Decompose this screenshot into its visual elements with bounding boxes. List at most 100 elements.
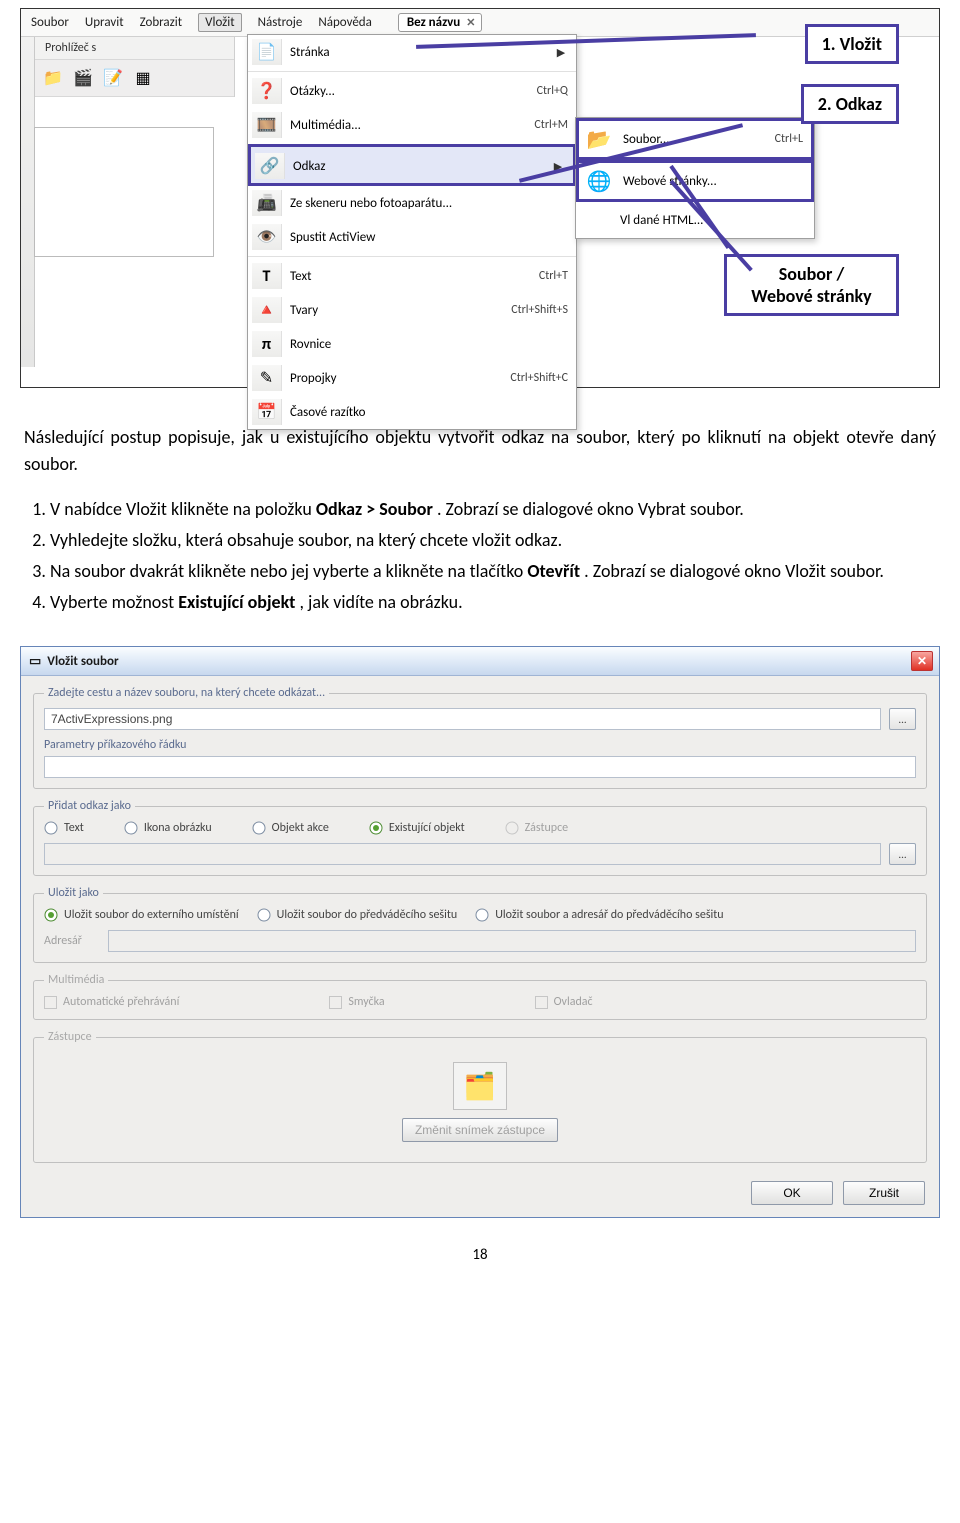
ok-button[interactable]: OK [751, 1181, 833, 1205]
text-bold: Existující objekt [178, 591, 295, 613]
instruction-text: Následující postup popisuje, jak u exist… [24, 424, 936, 616]
menu-item-questions[interactable]: ❓ Otázky... Ctrl+Q [248, 71, 576, 108]
fieldset-shortcut: Zástupce 🗂️ Změnit snímek zástupce [33, 1030, 927, 1163]
close-tab-icon[interactable]: ✕ [466, 16, 475, 29]
menu-item-label: Odkaz [293, 159, 543, 174]
list-item: V nabídce Vložit klikněte na položku Odk… [50, 496, 936, 523]
menu-item-actiview[interactable]: 👁️ Spustit ActiView [248, 220, 576, 254]
insert-file-dialog: ▭ Vložit soubor ✕ Zadejte cestu a název … [20, 646, 940, 1218]
menubar-insert[interactable]: Vložit [198, 13, 242, 32]
html-icon [580, 206, 612, 234]
close-button[interactable]: ✕ [911, 651, 933, 671]
radio-save-flipchart[interactable]: Uložit soubor do předváděcího sešitu [257, 908, 458, 922]
menu-item-label: Rovnice [290, 337, 568, 352]
fieldset-legend: Zadejte cestu a název souboru, na který … [44, 686, 329, 700]
callout-soubor-web: Soubor / Webové stránky [724, 254, 899, 316]
side-panel-title: Prohlížeč s [35, 37, 234, 60]
menu-item-connectors[interactable]: ✎ Propojky Ctrl+Shift+C [248, 361, 576, 395]
fieldset-legend: Multimédia [44, 973, 108, 987]
menu-item-equation[interactable]: π Rovnice [248, 327, 576, 361]
grid-icon[interactable]: ▦ [131, 66, 155, 90]
page-thumbnail[interactable] [34, 127, 214, 257]
menu-shortcut: Ctrl+Q [537, 84, 568, 98]
placeholder-image-icon: 🗂️ [453, 1062, 507, 1110]
text: , jak vidíte na obrázku. [300, 591, 463, 613]
clapper-icon[interactable]: 🎬 [71, 66, 95, 90]
radio-action-object[interactable]: Objekt akce [252, 821, 329, 835]
callout-vlozit: 1. Vložit [805, 24, 899, 64]
dialog-title: Vložit soubor [47, 654, 118, 669]
menu-item-timestamp[interactable]: 📅 Časové razítko [248, 395, 576, 429]
radio-selected-icon [44, 908, 58, 922]
params-input[interactable] [44, 756, 916, 778]
eye-icon: 👁️ [252, 224, 282, 250]
check-controller: Ovladač [535, 995, 593, 1009]
text-bold: Odkaz > Soubor [316, 498, 433, 520]
menu-item-text[interactable]: T Text Ctrl+T [248, 256, 576, 293]
document-tab-label: Bez názvu [407, 15, 460, 30]
pi-icon: π [252, 331, 282, 357]
radio-icon [475, 908, 489, 922]
radio-label: Uložit soubor do externího umístění [64, 908, 239, 922]
submenu-item-web[interactable]: 🌐 Webové stránky... [576, 160, 814, 202]
document-tab[interactable]: Bez názvu ✕ [398, 13, 483, 32]
menu-shortcut: Ctrl+T [539, 269, 568, 283]
radio-save-external[interactable]: Uložit soubor do externího umístění [44, 908, 239, 922]
directory-input [108, 930, 916, 952]
menu-item-shapes[interactable]: 🔺 Tvary Ctrl+Shift+S [248, 293, 576, 327]
text-bold: Otevřít [527, 560, 580, 582]
radio-text[interactable]: Text [44, 821, 84, 835]
menu-shortcut: Ctrl+L [775, 132, 803, 146]
menubar-help[interactable]: Nápověda [318, 15, 372, 30]
radio-icon [252, 821, 266, 835]
list-item: Vyhledejte složku, která obsahuje soubor… [50, 527, 936, 554]
menu-shortcut: Ctrl+Shift+C [510, 371, 568, 385]
menu-item-label: Propojky [290, 371, 502, 386]
menubar-file[interactable]: Soubor [31, 15, 69, 30]
fieldset-legend: Uložit jako [44, 886, 103, 900]
check-autoplay: Automatické přehrávání [44, 995, 179, 1009]
intro-paragraph: Následující postup popisuje, jak u exist… [24, 424, 936, 478]
menu-shortcut: Ctrl+Shift+S [511, 303, 568, 317]
menu-item-scanner[interactable]: 📠 Ze skeneru nebo fotoaparátu... [248, 186, 576, 220]
text: . Zobrazí se dialogové okno Vybrat soubo… [437, 498, 744, 520]
radio-shortcut: Zástupce [505, 821, 569, 835]
fieldset-legend: Zástupce [44, 1030, 96, 1044]
fieldset-save-as: Uložit jako Uložit soubor do externího u… [33, 886, 927, 963]
checkbox-disabled-icon [44, 996, 57, 1009]
dialog-titlebar: ▭ Vložit soubor ✕ [21, 647, 939, 676]
menubar-view[interactable]: Zobrazit [140, 15, 183, 30]
radio-label: Ikona obrázku [144, 821, 212, 835]
shapes-icon: 🔺 [252, 297, 282, 323]
browse-button[interactable]: ... [889, 708, 916, 730]
insert-menu: 📄 Stránka ▶ ❓ Otázky... Ctrl+Q 🎞️ Multim… [247, 34, 577, 430]
text: . Zobrazí se dialogové okno Vložit soubo… [584, 560, 884, 582]
menubar-tools[interactable]: Nástroje [258, 15, 303, 30]
add-as-text-input [44, 843, 881, 865]
radio-icon [257, 908, 271, 922]
radio-existing-object[interactable]: Existující objekt [369, 821, 465, 835]
menu-item-label: Otázky... [290, 84, 529, 99]
fieldset-legend: Přidat odkaz jako [44, 799, 135, 813]
note-icon[interactable]: 📝 [101, 66, 125, 90]
folder-icon[interactable]: 📁 [41, 66, 65, 90]
menu-shortcut: Ctrl+M [534, 118, 568, 132]
menubar-edit[interactable]: Upravit [85, 15, 124, 30]
folder-open-icon: 📂 [583, 125, 615, 153]
radio-label: Text [64, 821, 84, 835]
radio-label: Uložit soubor a adresář do předváděcího … [495, 908, 723, 922]
text: Na soubor dvakrát klikněte nebo jej vybe… [50, 560, 527, 582]
file-path-input[interactable] [44, 708, 881, 730]
callout-line: Soubor / [741, 263, 882, 285]
fieldset-path: Zadejte cestu a název souboru, na který … [33, 686, 927, 789]
menu-item-label: Ze skeneru nebo fotoaparátu... [290, 196, 568, 211]
page-icon: 📄 [252, 39, 282, 65]
browse-button[interactable]: ... [889, 843, 916, 865]
radio-save-with-dir[interactable]: Uložit soubor a adresář do předváděcího … [475, 908, 723, 922]
radio-icon-image[interactable]: Ikona obrázku [124, 821, 212, 835]
field-label: Adresář [44, 934, 100, 948]
window-left-edge [21, 37, 35, 367]
text: Vyberte možnost [50, 591, 178, 613]
cancel-button[interactable]: Zrušit [843, 1181, 925, 1205]
menu-item-multimedia[interactable]: 🎞️ Multimédia... Ctrl+M [248, 108, 576, 142]
